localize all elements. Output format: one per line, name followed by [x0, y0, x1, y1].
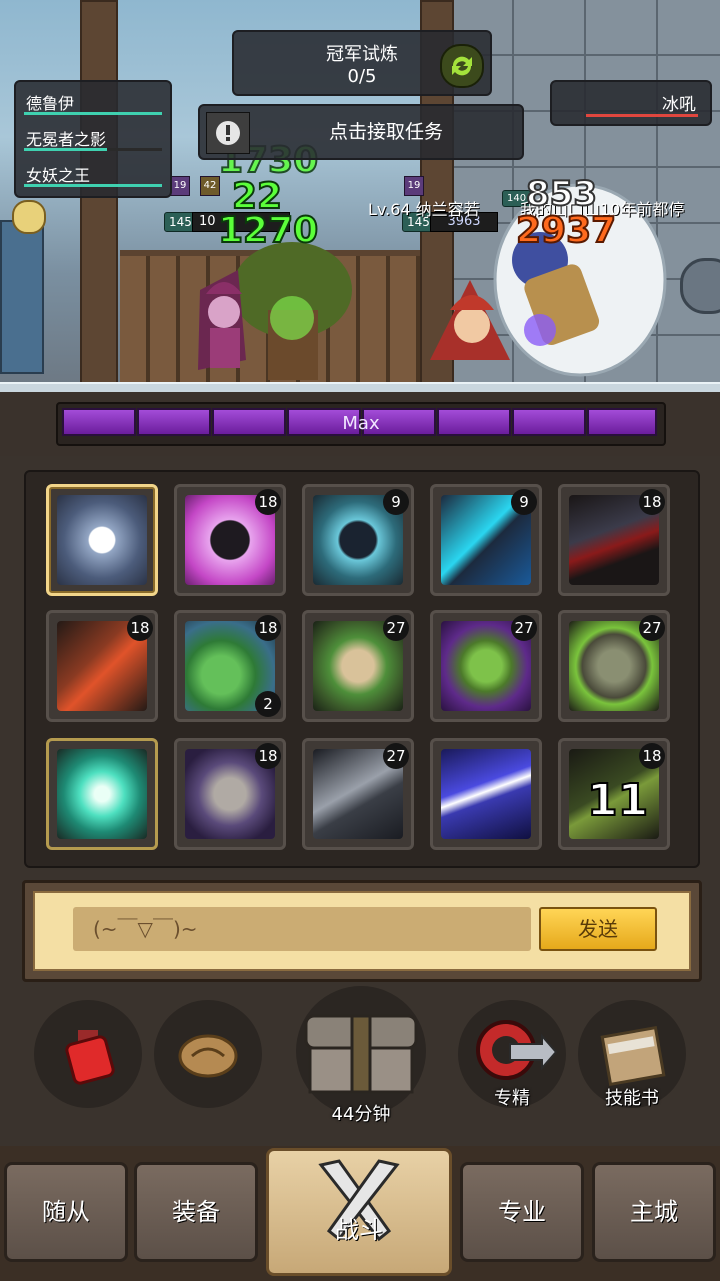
party-member-hp: [24, 184, 162, 187]
accept-quest-label: 点击接取任务: [328, 121, 443, 143]
skill-count: 18: [127, 615, 153, 641]
chat-panel: (~￣▽￣)~ 发送: [22, 880, 702, 982]
skill-slot[interactable]: 27: [558, 610, 670, 722]
skill-count: 9: [511, 489, 537, 515]
buff-icon: 19: [170, 176, 190, 196]
skill-count: 27: [383, 615, 409, 641]
skill-slot[interactable]: 9: [302, 484, 414, 596]
hero-hp-value: 10: [199, 214, 216, 229]
bread-icon: [178, 1034, 238, 1078]
skill-slot[interactable]: 27: [430, 610, 542, 722]
potion-button[interactable]: [34, 1000, 142, 1108]
party-member-name: 女妖之王: [26, 166, 91, 185]
skill-slot[interactable]: 18: [558, 484, 670, 596]
tab-main-city[interactable]: 主城: [592, 1162, 716, 1262]
bread-button[interactable]: [154, 1000, 262, 1108]
enemy-panel: 冰吼: [550, 80, 712, 126]
quest-panel[interactable]: 点击接取任务: [198, 104, 524, 160]
rage-bar: Max: [56, 402, 666, 446]
party-list: 德鲁伊 无冕者之影 女妖之王: [14, 80, 172, 198]
skillbook-label: 技能书: [605, 1088, 659, 1109]
party-heroes-figure: [198, 242, 352, 380]
skill-count: 18: [639, 743, 665, 769]
skill-slot[interactable]: [46, 484, 158, 596]
skill-count: 27: [639, 615, 665, 641]
skill-slot[interactable]: 18: [174, 738, 286, 850]
treasure-chest-button[interactable]: [296, 986, 426, 1116]
buff-icon: 42: [200, 176, 220, 196]
chat-input[interactable]: (~￣▽￣)~: [73, 907, 531, 951]
frost-nova-icon: [57, 495, 147, 585]
tab-followers[interactable]: 随从: [4, 1162, 128, 1262]
chest-timer: 44分钟: [331, 1104, 391, 1125]
enemy-name: 冰吼: [662, 95, 696, 115]
bottom-tab-bar: 随从 装备 战斗 专业 主城: [0, 1146, 720, 1281]
party-member-hp: [24, 148, 162, 151]
skill-count: 27: [511, 615, 537, 641]
tab-profession[interactable]: 专业: [460, 1162, 584, 1262]
cooldown-number: 11: [586, 774, 649, 827]
skill-count: 18: [255, 743, 281, 769]
skill-slot[interactable]: 18 2: [174, 610, 286, 722]
emerald-eye-icon: [57, 749, 147, 839]
refresh-icon[interactable]: [440, 44, 484, 88]
damage-number: 2937: [515, 209, 617, 252]
banner: [0, 220, 44, 374]
buff-icon: 19: [404, 176, 424, 196]
tab-battle-label: 战斗: [335, 1216, 383, 1244]
party-member-hp: [24, 112, 162, 115]
skill-slot[interactable]: [46, 738, 158, 850]
round-shield: [680, 258, 720, 314]
skill-slot[interactable]: 9: [430, 484, 542, 596]
alert-icon: [206, 112, 250, 154]
damage-number: 1270: [217, 209, 319, 252]
chain-lightning-icon: [441, 749, 531, 839]
tab-equipment[interactable]: 装备: [134, 1162, 258, 1262]
skill-count: 27: [383, 743, 409, 769]
tab-battle[interactable]: 战斗: [266, 1148, 452, 1276]
damage-number: 853: [525, 173, 598, 215]
rage-max-label: Max: [342, 413, 380, 434]
skill-grid: 18 9 9 18 18 18 2 27 27 27 18 27 11 18: [24, 470, 700, 868]
skill-slot[interactable]: 27: [302, 610, 414, 722]
skill-slot[interactable]: [430, 738, 542, 850]
lantern: [12, 200, 46, 234]
skill-count: 2: [255, 691, 281, 717]
skill-slot[interactable]: 18: [174, 484, 286, 596]
party-member-name: 德鲁伊: [26, 94, 75, 113]
send-button[interactable]: 发送: [539, 907, 657, 951]
elite-label: 专精: [494, 1088, 530, 1109]
potion-icon: [65, 1030, 115, 1085]
skill-slot[interactable]: 11 18: [558, 738, 670, 850]
skill-count: 18: [255, 489, 281, 515]
enemy-hp: [586, 114, 698, 117]
skill-count: 18: [639, 489, 665, 515]
skill-count: 18: [255, 615, 281, 641]
skill-count: 9: [383, 489, 409, 515]
treasure-chest-icon: [304, 1014, 418, 1094]
skill-slot[interactable]: 18: [46, 610, 158, 722]
party-member-name: 无冕者之影: [26, 130, 107, 149]
champion-trial-panel[interactable]: 冠军试炼 0/5: [232, 30, 492, 96]
skill-slot[interactable]: 27: [302, 738, 414, 850]
player-name-tag: Lv.64 纳兰容若: [368, 200, 480, 219]
